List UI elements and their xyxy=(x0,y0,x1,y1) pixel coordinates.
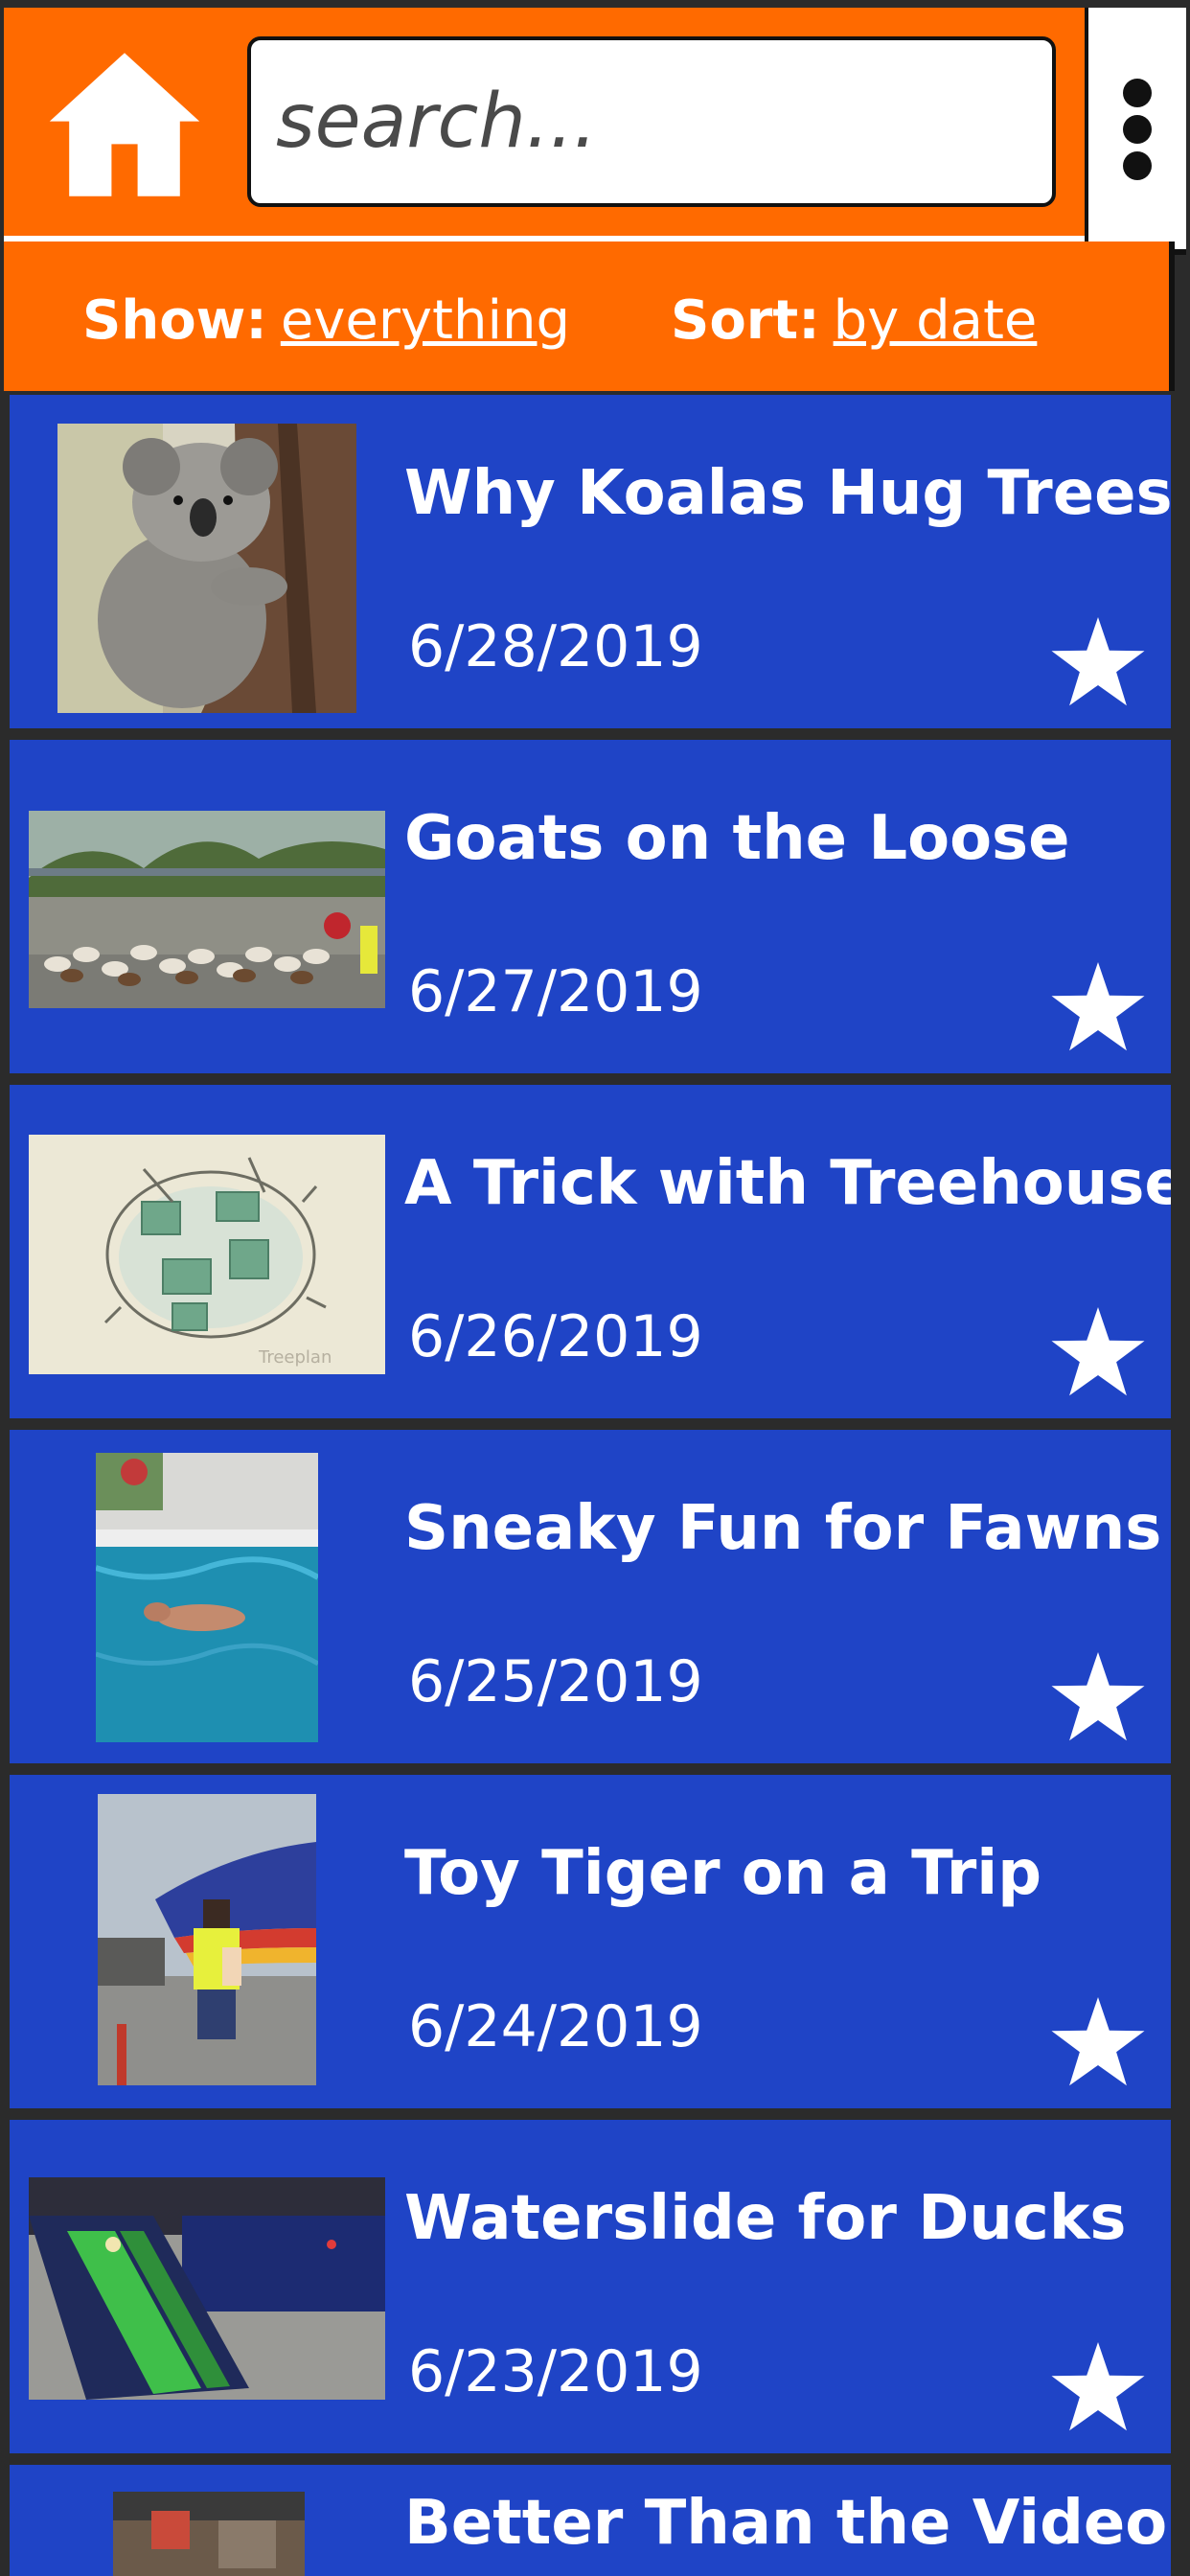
story-date: 6/26/2019 xyxy=(408,1303,703,1370)
story-thumbnail-treehouse: Treeplan xyxy=(29,1135,385,1374)
story-thumbnail-video xyxy=(113,2492,305,2576)
home-icon xyxy=(49,53,200,196)
show-filter-label: Show: xyxy=(82,289,267,352)
story-title: Toy Tiger on a Trip xyxy=(404,1838,1041,1909)
sort-filter[interactable]: Sort: by date xyxy=(671,289,1037,352)
story-title: Goats on the Loose xyxy=(404,803,1070,874)
filter-bar: Show: everything Sort: by date xyxy=(4,242,1175,391)
top-bar xyxy=(4,8,1085,238)
header: Show:everything Sort:by date xyxy=(0,0,1190,391)
story-list: Why Koalas Hug Trees 6/28/2019 Goats on … xyxy=(0,391,1190,2576)
list-item[interactable]: Goats on the Loose 6/27/2019 xyxy=(10,740,1171,1073)
story-title: Why Koalas Hug Trees xyxy=(404,458,1171,529)
show-filter-value[interactable]: everything xyxy=(281,289,570,352)
star-icon[interactable] xyxy=(1050,1303,1146,1399)
list-item[interactable]: Sneaky Fun for Fawns 6/25/2019 xyxy=(10,1430,1171,1763)
story-thumbnail-toy-tiger xyxy=(98,1794,316,2085)
story-title: Better Than the Video xyxy=(404,2488,1168,2559)
story-thumbnail-koala xyxy=(57,424,356,713)
list-item[interactable]: Why Koalas Hug Trees 6/28/2019 xyxy=(10,395,1171,728)
story-date: 6/24/2019 xyxy=(408,1993,703,2060)
list-item[interactable]: Treeplan A Trick with Treehouses 6/26/20… xyxy=(10,1085,1171,1418)
story-thumbnail-goats xyxy=(29,811,385,1008)
app: Show:everything Sort:by date xyxy=(0,0,1190,2576)
story-thumbnail-fawn xyxy=(96,1453,318,1742)
star-icon[interactable] xyxy=(1050,958,1146,1054)
story-date: 6/25/2019 xyxy=(408,1648,703,1715)
kebab-menu-icon xyxy=(1123,79,1152,180)
story-title: A Trick with Treehouses xyxy=(404,1148,1171,1219)
story-date: 6/27/2019 xyxy=(408,958,703,1025)
story-thumbnail-waterslide xyxy=(29,2177,385,2400)
star-icon[interactable] xyxy=(1050,1993,1146,2089)
menu-button[interactable] xyxy=(1085,8,1186,255)
list-item[interactable]: Waterslide for Ducks 6/23/2019 xyxy=(10,2120,1171,2453)
star-icon[interactable] xyxy=(1050,613,1146,709)
star-icon[interactable] xyxy=(1050,1648,1146,1744)
story-date: 6/23/2019 xyxy=(408,2338,703,2405)
sort-filter-value[interactable]: by date xyxy=(834,289,1038,352)
story-title: Waterslide for Ducks xyxy=(404,2183,1127,2254)
search-box xyxy=(247,36,1056,207)
search-input[interactable] xyxy=(274,78,1029,166)
story-title: Sneaky Fun for Fawns xyxy=(404,1493,1162,1564)
list-item[interactable]: Better Than the Video xyxy=(10,2465,1171,2576)
show-filter[interactable]: Show: everything xyxy=(82,289,570,352)
star-icon[interactable] xyxy=(1050,2338,1146,2434)
list-item[interactable]: Toy Tiger on a Trip 6/24/2019 xyxy=(10,1775,1171,2108)
sort-filter-label: Sort: xyxy=(671,289,820,352)
home-button[interactable] xyxy=(38,38,211,211)
story-date: 6/28/2019 xyxy=(408,613,703,680)
svg-text:Treeplan: Treeplan xyxy=(258,1347,332,1368)
